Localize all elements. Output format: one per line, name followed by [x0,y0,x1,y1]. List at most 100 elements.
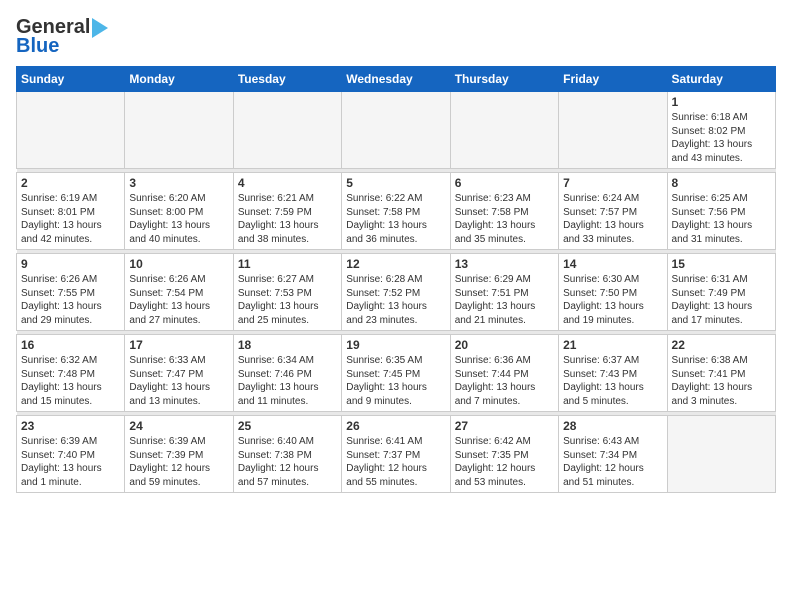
weekday-header-monday: Monday [125,67,233,92]
calendar-cell: 13 Sunrise: 6:29 AM Sunset: 7:51 PM Dayli… [450,254,558,331]
day-number: 28 [563,419,662,433]
calendar-week-5: 23 Sunrise: 6:39 AM Sunset: 7:40 PM Dayli… [17,416,776,493]
day-number: 8 [672,176,771,190]
day-number: 13 [455,257,554,271]
day-info: Sunrise: 6:30 AM Sunset: 7:50 PM Dayligh… [563,273,662,327]
day-number: 25 [238,419,337,433]
calendar-cell: 19 Sunrise: 6:35 AM Sunset: 7:45 PM Dayli… [342,335,450,412]
calendar-cell [559,92,667,169]
calendar-cell: 6 Sunrise: 6:23 AM Sunset: 7:58 PM Daylig… [450,173,558,250]
day-info: Sunrise: 6:19 AM Sunset: 8:01 PM Dayligh… [21,192,120,246]
calendar-cell [342,92,450,169]
day-number: 12 [346,257,445,271]
calendar-cell: 5 Sunrise: 6:22 AM Sunset: 7:58 PM Daylig… [342,173,450,250]
calendar-cell: 10 Sunrise: 6:26 AM Sunset: 7:54 PM Dayli… [125,254,233,331]
day-info: Sunrise: 6:36 AM Sunset: 7:44 PM Dayligh… [455,354,554,408]
calendar-table: SundayMondayTuesdayWednesdayThursdayFrid… [16,66,776,493]
day-info: Sunrise: 6:29 AM Sunset: 7:51 PM Dayligh… [455,273,554,327]
calendar-cell: 28Sunrise: 6:43 AM Sunset: 7:34 PM Dayli… [559,416,667,493]
day-info: Sunrise: 6:37 AM Sunset: 7:43 PM Dayligh… [563,354,662,408]
day-info: Sunrise: 6:24 AM Sunset: 7:57 PM Dayligh… [563,192,662,246]
day-number: 21 [563,338,662,352]
calendar-cell: 25 Sunrise: 6:40 AM Sunset: 7:38 PM Dayli… [233,416,341,493]
calendar-week-1: 1 Sunrise: 6:18 AM Sunset: 8:02 PM Daylig… [17,92,776,169]
calendar-cell: 11 Sunrise: 6:27 AM Sunset: 7:53 PM Dayli… [233,254,341,331]
day-info: Sunrise: 6:33 AM Sunset: 7:47 PM Dayligh… [129,354,228,408]
day-info: Sunrise: 6:22 AM Sunset: 7:58 PM Dayligh… [346,192,445,246]
day-info: Sunrise: 6:18 AM Sunset: 8:02 PM Dayligh… [672,111,771,165]
day-info: Sunrise: 6:39 AM Sunset: 7:40 PM Dayligh… [21,435,120,489]
day-number: 2 [21,176,120,190]
calendar-cell: 15 Sunrise: 6:31 AM Sunset: 7:49 PM Dayli… [667,254,775,331]
day-number: 4 [238,176,337,190]
logo-blue: Blue [16,35,59,58]
calendar-cell: 20 Sunrise: 6:36 AM Sunset: 7:44 PM Dayli… [450,335,558,412]
calendar-cell [450,92,558,169]
calendar-cell: 1 Sunrise: 6:18 AM Sunset: 8:02 PM Daylig… [667,92,775,169]
day-info: Sunrise: 6:23 AM Sunset: 7:58 PM Dayligh… [455,192,554,246]
calendar-cell: 16 Sunrise: 6:32 AM Sunset: 7:48 PM Dayli… [17,335,125,412]
day-info: Sunrise: 6:26 AM Sunset: 7:54 PM Dayligh… [129,273,228,327]
day-info: Sunrise: 6:21 AM Sunset: 7:59 PM Dayligh… [238,192,337,246]
calendar-cell: 22 Sunrise: 6:38 AM Sunset: 7:41 PM Dayli… [667,335,775,412]
weekday-header-saturday: Saturday [667,67,775,92]
calendar-cell: 7 Sunrise: 6:24 AM Sunset: 7:57 PM Daylig… [559,173,667,250]
day-info: Sunrise: 6:28 AM Sunset: 7:52 PM Dayligh… [346,273,445,327]
calendar-cell: 8Sunrise: 6:25 AM Sunset: 7:56 PM Daylig… [667,173,775,250]
day-number: 22 [672,338,771,352]
day-info: Sunrise: 6:32 AM Sunset: 7:48 PM Dayligh… [21,354,120,408]
day-number: 7 [563,176,662,190]
day-number: 26 [346,419,445,433]
day-info: Sunrise: 6:42 AM Sunset: 7:35 PM Dayligh… [455,435,554,489]
day-number: 16 [21,338,120,352]
calendar-cell: 12 Sunrise: 6:28 AM Sunset: 7:52 PM Dayli… [342,254,450,331]
day-number: 3 [129,176,228,190]
day-info: Sunrise: 6:35 AM Sunset: 7:45 PM Dayligh… [346,354,445,408]
day-number: 14 [563,257,662,271]
calendar-week-4: 16 Sunrise: 6:32 AM Sunset: 7:48 PM Dayli… [17,335,776,412]
day-info: Sunrise: 6:26 AM Sunset: 7:55 PM Dayligh… [21,273,120,327]
calendar-cell: 27 Sunrise: 6:42 AM Sunset: 7:35 PM Dayli… [450,416,558,493]
calendar-cell: 2 Sunrise: 6:19 AM Sunset: 8:01 PM Daylig… [17,173,125,250]
weekday-header-wednesday: Wednesday [342,67,450,92]
logo: General Blue [16,16,108,58]
day-number: 11 [238,257,337,271]
calendar-cell: 17Sunrise: 6:33 AM Sunset: 7:47 PM Dayli… [125,335,233,412]
calendar-cell [17,92,125,169]
calendar-cell: 9 Sunrise: 6:26 AM Sunset: 7:55 PM Daylig… [17,254,125,331]
day-number: 20 [455,338,554,352]
day-number: 27 [455,419,554,433]
day-number: 19 [346,338,445,352]
day-info: Sunrise: 6:34 AM Sunset: 7:46 PM Dayligh… [238,354,337,408]
day-number: 9 [21,257,120,271]
day-number: 10 [129,257,228,271]
day-info: Sunrise: 6:31 AM Sunset: 7:49 PM Dayligh… [672,273,771,327]
day-info: Sunrise: 6:27 AM Sunset: 7:53 PM Dayligh… [238,273,337,327]
day-number: 24 [129,419,228,433]
day-info: Sunrise: 6:40 AM Sunset: 7:38 PM Dayligh… [238,435,337,489]
day-number: 6 [455,176,554,190]
day-number: 23 [21,419,120,433]
calendar-week-3: 9 Sunrise: 6:26 AM Sunset: 7:55 PM Daylig… [17,254,776,331]
calendar-cell [233,92,341,169]
day-number: 15 [672,257,771,271]
weekday-header-friday: Friday [559,67,667,92]
page-header: General Blue [16,16,776,58]
day-number: 1 [672,95,771,109]
calendar-week-2: 2 Sunrise: 6:19 AM Sunset: 8:01 PM Daylig… [17,173,776,250]
day-number: 18 [238,338,337,352]
calendar-cell: 23 Sunrise: 6:39 AM Sunset: 7:40 PM Dayli… [17,416,125,493]
calendar-cell [667,416,775,493]
calendar-body: 1 Sunrise: 6:18 AM Sunset: 8:02 PM Daylig… [17,92,776,493]
day-info: Sunrise: 6:38 AM Sunset: 7:41 PM Dayligh… [672,354,771,408]
calendar-cell: 24 Sunrise: 6:39 AM Sunset: 7:39 PM Dayli… [125,416,233,493]
calendar-cell: 3Sunrise: 6:20 AM Sunset: 8:00 PM Daylig… [125,173,233,250]
logo-arrow-icon [92,18,108,38]
weekday-header-thursday: Thursday [450,67,558,92]
calendar-cell: 14 Sunrise: 6:30 AM Sunset: 7:50 PM Dayli… [559,254,667,331]
calendar-cell: 18 Sunrise: 6:34 AM Sunset: 7:46 PM Dayli… [233,335,341,412]
weekday-header-tuesday: Tuesday [233,67,341,92]
day-info: Sunrise: 6:39 AM Sunset: 7:39 PM Dayligh… [129,435,228,489]
calendar-cell: 4 Sunrise: 6:21 AM Sunset: 7:59 PM Daylig… [233,173,341,250]
day-number: 5 [346,176,445,190]
